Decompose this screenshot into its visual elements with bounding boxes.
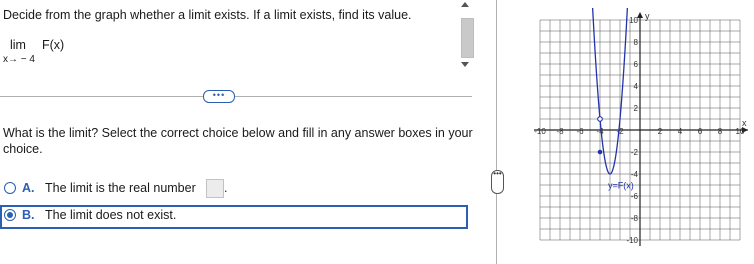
limit-word: lim [10,38,26,52]
y-tick-label: -10 [626,236,638,245]
choice-b[interactable]: B. The limit does not exist. [0,205,468,229]
choice-b-radio[interactable] [4,209,16,221]
y-tick-label: 2 [634,104,639,113]
y-tick-label: -2 [631,148,639,157]
scroll-thumb[interactable] [461,18,474,58]
y-tick-label: 6 [634,60,639,69]
x-tick-label: -8 [556,127,564,136]
limit-answer-input[interactable] [206,179,224,198]
function-label: y=F(x) [608,180,634,190]
x-tick-label: 8 [718,127,723,136]
choice-a-period: . [224,181,228,195]
section-divider [0,96,472,97]
y-tick-label: 4 [634,82,639,91]
question-instruction: Decide from the graph whether a limit ex… [3,8,412,22]
x-tick-label: -10 [534,127,546,136]
closed-point [597,149,603,155]
x-axis-label: x [742,118,747,128]
open-point [597,116,603,122]
choice-b-text: The limit does not exist. [45,208,177,222]
choice-a-radio[interactable] [4,182,16,194]
choice-a-letter: A. [22,181,35,195]
y-tick-label: -6 [631,192,639,201]
function-graph: -10 -8 -6 -4 -2 2 4 6 8 10108642-2-4-6-8-10 x y y… [534,8,748,246]
scroll-down-arrow-icon[interactable] [461,62,469,67]
radio-selected-dot [7,212,13,218]
limit-function: F(x) [42,38,65,52]
x-tick-label: 4 [678,127,683,136]
x-tick-label: -2 [616,127,624,136]
y-axis-label: y [645,11,650,21]
y-tick-label: 10 [629,16,638,25]
y-tick-label: -8 [631,214,639,223]
choice-b-letter: B. [22,208,35,222]
panel-divider [496,0,497,264]
x-tick-label: 2 [658,127,663,136]
graph-axes [534,12,748,246]
expand-more-button[interactable]: ••• [203,90,235,103]
y-tick-label: -4 [631,170,639,179]
choice-a[interactable]: A. The limit is the real number . [0,178,468,200]
choice-a-text: The limit is the real number [45,181,196,195]
x-tick-label: 10 [736,127,745,136]
x-tick-label: 6 [698,127,703,136]
y-tick-label: 8 [634,38,639,47]
limit-subscript: x→ − 4 [3,54,35,65]
panel-resize-button[interactable]: ••• [491,170,504,194]
x-tick-label: -6 [576,127,584,136]
answer-prompt: What is the limit? Select the correct ch… [3,126,473,156]
scroll-up-arrow-icon[interactable] [461,2,469,7]
